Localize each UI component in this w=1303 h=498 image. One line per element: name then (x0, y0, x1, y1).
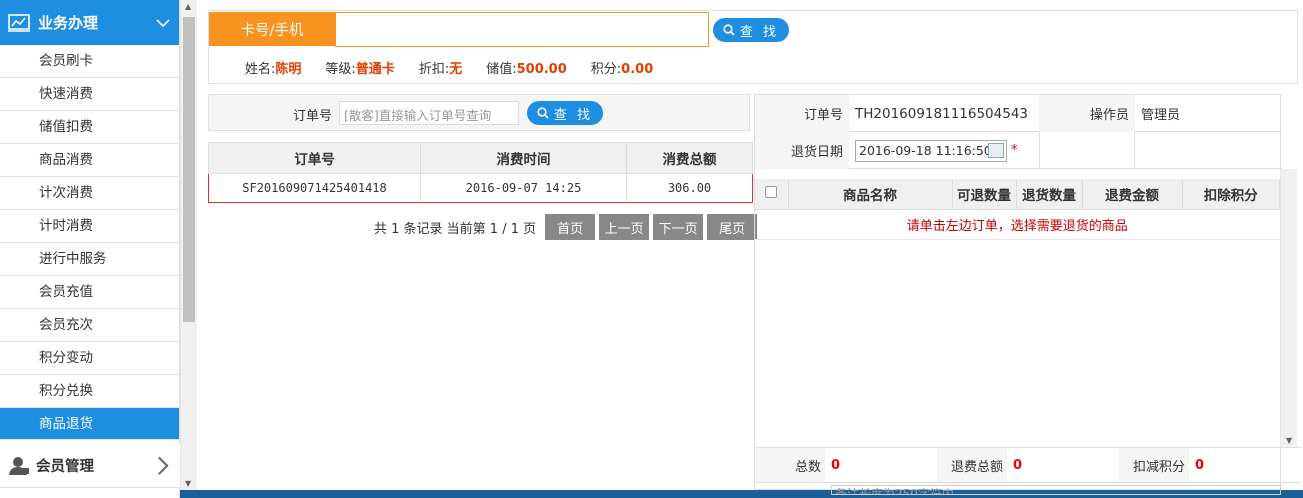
column-header: 退货数量 (1016, 179, 1083, 210)
scroll-down-icon[interactable]: ▼ (1286, 436, 1292, 445)
total-points-label: 扣减积分 (1119, 448, 1189, 482)
sidebar-item[interactable]: 计次消费 (0, 177, 179, 210)
pager: 共 1 条记录 当前第 1 / 1 页 首页 上一页 下一页 尾页 (374, 214, 758, 240)
card-label: 卡号/手机 (209, 12, 335, 46)
order-no-label: 订单号 (293, 109, 333, 124)
total-points-value: 0 (1195, 457, 1205, 473)
table-row[interactable]: SF201609071425401418 2016-09-07 14:25 30… (208, 173, 753, 203)
member-balance: 储值:500.00 (486, 62, 567, 77)
sidebar-item[interactable]: 计时消费 (0, 210, 179, 243)
sidebar-item[interactable]: 会员充次 (0, 309, 179, 342)
chevron-right-icon (158, 456, 169, 475)
return-date-cell: 2016-09-18 11:16:50 * (855, 132, 1035, 169)
order-no-input[interactable]: [散客]直接输入订单号查询 (339, 101, 519, 125)
order-no-cell: SF201609071425401418 (208, 173, 421, 203)
total-refund-label: 退费总额 (937, 448, 1007, 482)
member-panel: 卡号/手机 查 找 姓名:陈明 等级:普通卡 折扣:无 储值:500.00 积分… (208, 10, 1298, 84)
total-count-label: 总数 (755, 448, 825, 482)
member-name: 姓名:陈明 (245, 62, 302, 77)
last-page-button[interactable]: 尾页 (707, 214, 758, 240)
operator-value: 管理员 (1141, 108, 1181, 123)
total-refund-value: 0 (1013, 457, 1023, 473)
sidebar-item[interactable]: 积分变动 (0, 342, 179, 375)
sidebar: 业务办理 会员刷卡 快速消费 储值扣费 商品消费 计次消费 计时消费 进行中服务 会员充值 会员… (0, 0, 180, 498)
search-button-label: 查 找 (739, 24, 780, 40)
prev-page-button[interactable]: 上一页 (599, 214, 650, 240)
column-header: 退费金额 (1082, 179, 1183, 210)
user-icon (9, 456, 29, 475)
sidebar-item[interactable]: 进行中服务 (0, 243, 179, 276)
order-search-bar: 订单号 [散客]直接输入订单号查询 查 找 (208, 94, 750, 131)
empty-cell (1039, 132, 1135, 169)
sidebar-group-label: 会员管理 (36, 459, 94, 475)
return-order-no: TH201609181116504543 (855, 105, 1029, 122)
sidebar-item[interactable]: 储值扣费 (0, 111, 179, 144)
column-header: 订单号 (208, 142, 421, 174)
sidebar-item[interactable]: 会员刷卡 (0, 45, 179, 78)
order-table: 订单号 消费时间 消费总额 SF201609071425401418 2016-… (208, 142, 753, 203)
sidebar-scrollbar[interactable]: ▲ ▼ (180, 0, 197, 490)
select-all-header (755, 179, 789, 210)
return-date-value: 2016-09-18 11:16:50 (859, 142, 992, 158)
column-header: 消费时间 (420, 142, 627, 174)
order-time-cell: 2016-09-07 14:25 (420, 173, 627, 203)
search-button-label: 查 找 (553, 107, 594, 123)
scroll-up-icon[interactable]: ▲ (185, 2, 191, 11)
member-level: 等级:普通卡 (325, 62, 395, 77)
sidebar-item[interactable]: 积分兑换 (0, 375, 179, 408)
goods-table: 商品名称 可退数量 退货数量 退费金额 扣除积分 请单击左边订单，选择需要退货的… (755, 179, 1280, 240)
goods-scrollbar[interactable]: ▼ (1280, 169, 1297, 447)
chevron-down-icon (156, 18, 170, 27)
member-search-button[interactable]: 查 找 (713, 18, 789, 42)
column-header: 商品名称 (788, 179, 953, 210)
order-total-cell: 306.00 (626, 173, 753, 203)
table-row: 请单击左边订单，选择需要退货的商品 (755, 209, 1280, 240)
search-icon (537, 107, 549, 119)
next-page-button[interactable]: 下一页 (653, 214, 704, 240)
return-date-input[interactable]: 2016-09-18 11:16:50 (855, 139, 1007, 162)
return-panel: 订单号 TH201609181116504543 操作员 管理员 退货日期 20… (754, 94, 1301, 495)
sidebar-group-member-management[interactable]: 会员管理 (0, 444, 180, 488)
member-points: 积分:0.00 (590, 62, 654, 77)
main-content: 卡号/手机 查 找 姓名:陈明 等级:普通卡 折扣:无 储值:500.00 积分… (198, 0, 1303, 495)
card-input[interactable] (335, 12, 709, 47)
return-date-row: 退货日期 2016-09-18 11:16:50 * (755, 132, 1282, 169)
member-discount: 折扣:无 (418, 62, 463, 77)
calendar-icon[interactable] (988, 142, 1004, 158)
sidebar-group-label: 业务办理 (38, 14, 99, 32)
totals-row: 总数 0 退费总额 0 扣减积分 0 (755, 447, 1301, 483)
search-icon (723, 24, 735, 36)
sidebar-item[interactable]: 快速消费 (0, 78, 179, 111)
total-count-value: 0 (831, 457, 841, 473)
required-mark: * (1011, 143, 1018, 158)
column-header: 消费总额 (626, 142, 753, 174)
order-search-button[interactable]: 查 找 (527, 101, 603, 125)
chart-icon (8, 13, 30, 32)
return-order-no-label: 订单号 (755, 95, 849, 132)
sidebar-group-business[interactable]: 业务办理 (0, 0, 179, 45)
sidebar-items: 会员刷卡 快速消费 储值扣费 商品消费 计次消费 计时消费 进行中服务 会员充值 会员充次 积分变… (0, 45, 179, 440)
column-header: 扣除积分 (1182, 179, 1280, 210)
pager-summary: 共 1 条记录 当前第 1 / 1 页 (374, 221, 537, 237)
scrollbar-thumb[interactable] (183, 17, 195, 322)
operator-label: 操作员 (1039, 95, 1135, 132)
sidebar-item[interactable]: 商品退货 (0, 408, 179, 440)
first-page-button[interactable]: 首页 (545, 214, 596, 240)
goods-hint: 请单击左边订单，选择需要退货的商品 (755, 209, 1280, 240)
sidebar-item[interactable]: 商品消费 (0, 144, 179, 177)
return-date-label: 退货日期 (755, 132, 849, 169)
select-all-checkbox[interactable] (765, 185, 778, 198)
return-info-row: 订单号 TH201609181116504543 操作员 管理员 (755, 95, 1282, 132)
remark-input[interactable]: 备注长度为250字符内 (831, 485, 1281, 495)
member-info: 姓名:陈明 等级:普通卡 折扣:无 储值:500.00 积分:0.00 (245, 58, 653, 77)
column-header: 可退数量 (952, 179, 1017, 210)
sidebar-item[interactable]: 会员充值 (0, 276, 179, 309)
scroll-down-icon[interactable]: ▼ (185, 479, 191, 488)
